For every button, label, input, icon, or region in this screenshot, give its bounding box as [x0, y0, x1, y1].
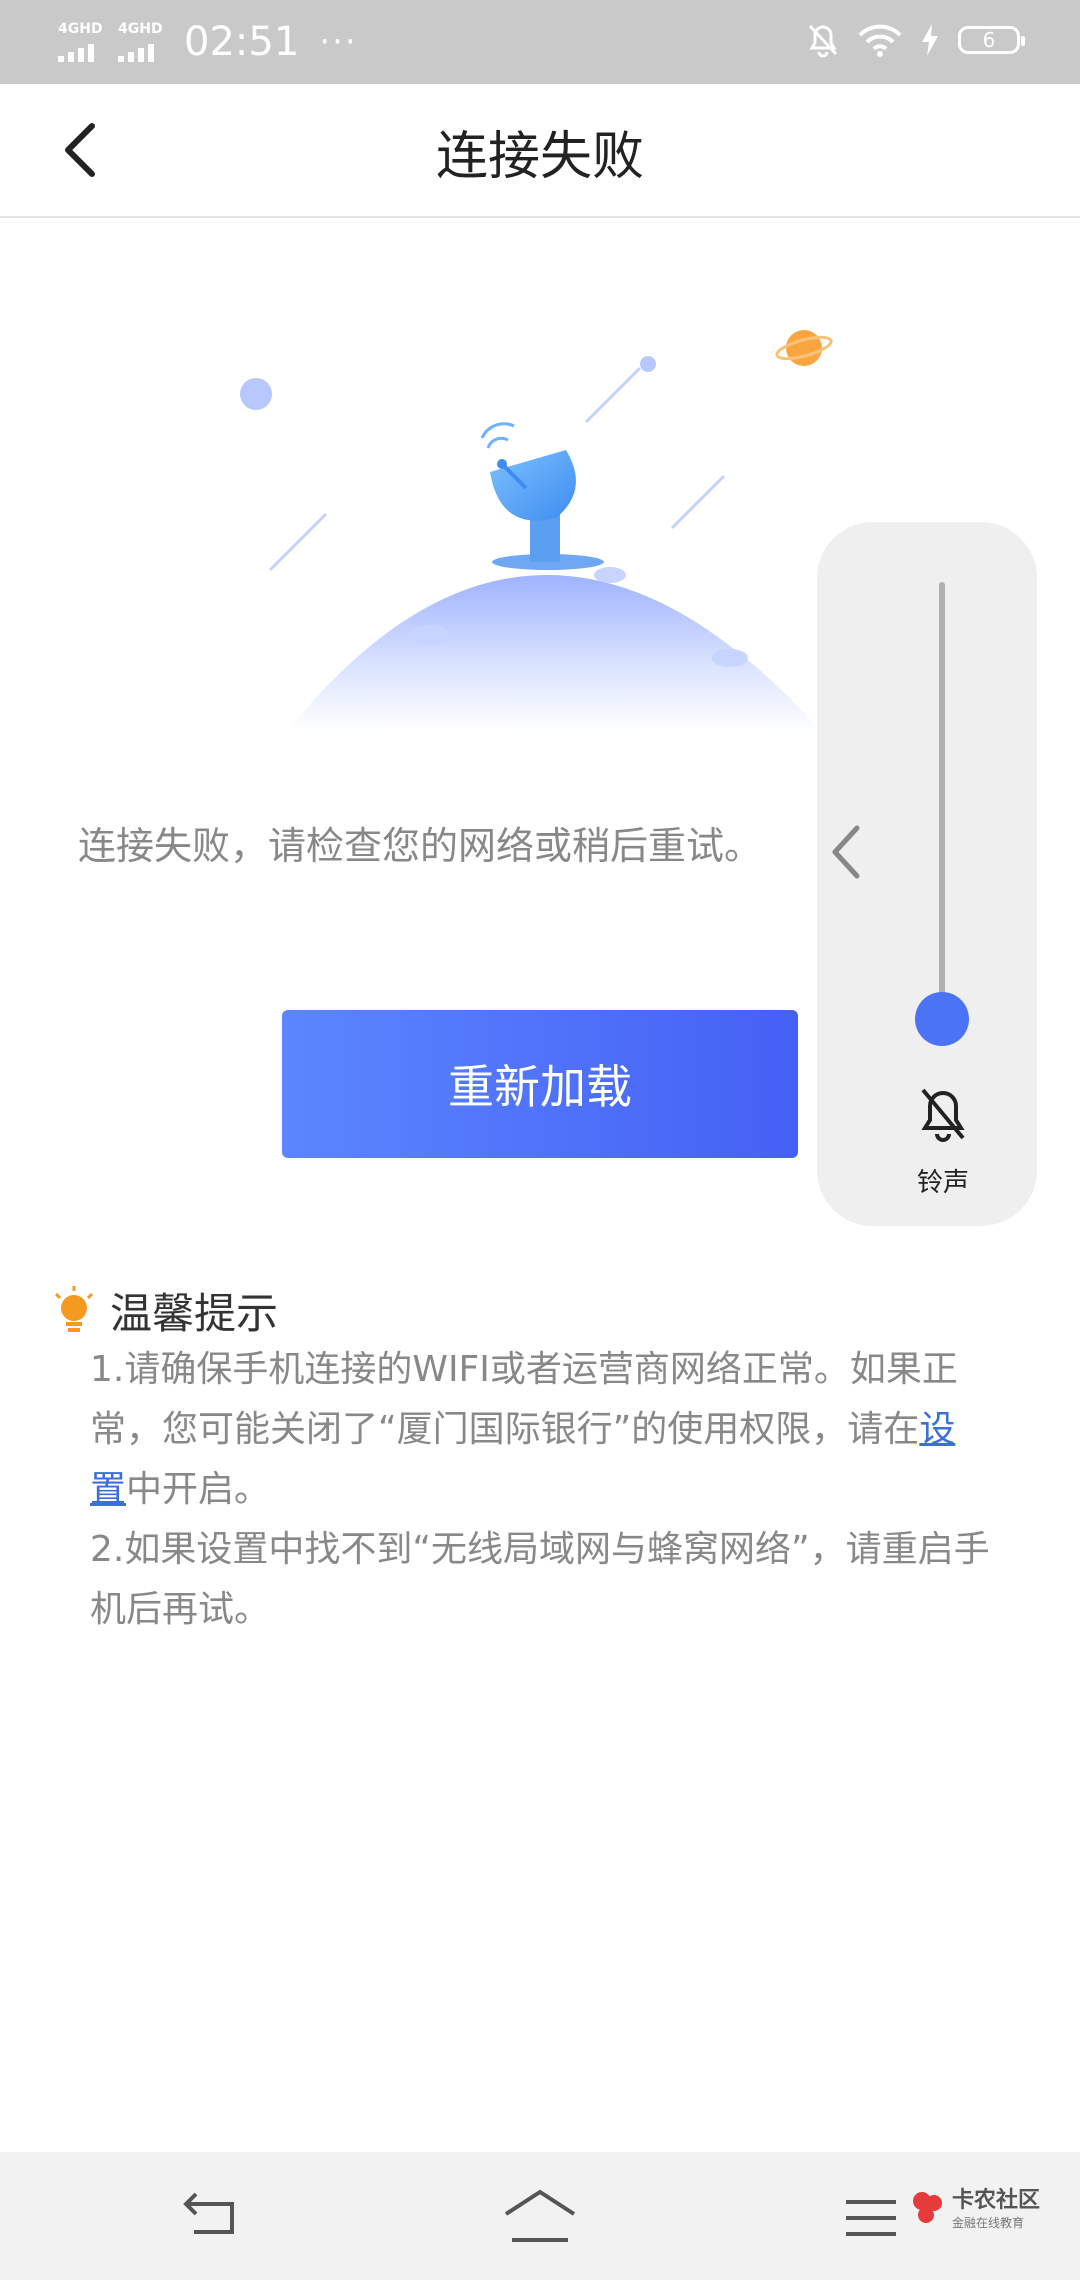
battery-icon: 6 [958, 26, 1025, 54]
more-notifications-icon: ··· [319, 22, 358, 62]
volume-panel: 铃声 [817, 522, 1037, 1226]
wifi-icon [858, 24, 902, 57]
status-bar: 4GHD 4GHD 02:51 ··· 6 [0, 0, 1080, 84]
reload-button[interactable]: 重新加载 [282, 1010, 798, 1158]
error-message: 连接失败，请检查您的网络或稍后重试。 [78, 824, 763, 868]
watermark-logo-icon [912, 2191, 942, 2223]
tip-item-1: 1.请确保手机连接的WIFI或者运营商网络正常。如果正常，您可能关闭了“厦门国际… [90, 1349, 958, 1510]
mute-bell-icon [808, 24, 838, 58]
back-nav-icon[interactable] [170, 2182, 250, 2252]
tips-heading: 温馨提示 [52, 1280, 278, 1341]
app-header: 连接失败 [0, 84, 1080, 218]
menu-nav-icon[interactable] [836, 2182, 916, 2252]
tips-body: 1.请确保手机连接的WIFI或者运营商网络正常。如果正常，您可能关闭了“厦门国际… [90, 1340, 990, 1640]
collapse-chevron-icon[interactable] [827, 822, 867, 882]
charging-icon [922, 24, 938, 56]
home-nav-icon[interactable] [500, 2182, 580, 2252]
ringer-muted-icon[interactable] [915, 1084, 971, 1144]
tips-title: 温馨提示 [110, 1289, 279, 1338]
clock: 02:51 [184, 19, 300, 65]
tip-item-2: 2.如果设置中找不到“无线局域网与蜂窝网络”，请重启手机后再试。 [90, 1529, 990, 1630]
page-title: 连接失败 [435, 127, 644, 187]
lightbulb-icon [54, 1285, 94, 1332]
volume-slider-thumb[interactable] [915, 992, 969, 1046]
ringer-label: 铃声 [916, 1168, 969, 1198]
watermark: 卡农社区 金融在线教育 [910, 2182, 1040, 2231]
signal-sim2-icon: 4GHD [118, 22, 166, 62]
signal-sim1-icon: 4GHD [58, 22, 106, 62]
sim1-label: 4GHD [58, 21, 103, 37]
system-nav-bar: 卡农社区 金融在线教育 [0, 2152, 1080, 2280]
volume-slider-track[interactable] [939, 582, 945, 1002]
watermark-subtitle: 金融在线教育 [951, 2216, 1024, 2230]
watermark-title: 卡农社区 [951, 2188, 1040, 2213]
sim2-label: 4GHD [118, 21, 163, 37]
